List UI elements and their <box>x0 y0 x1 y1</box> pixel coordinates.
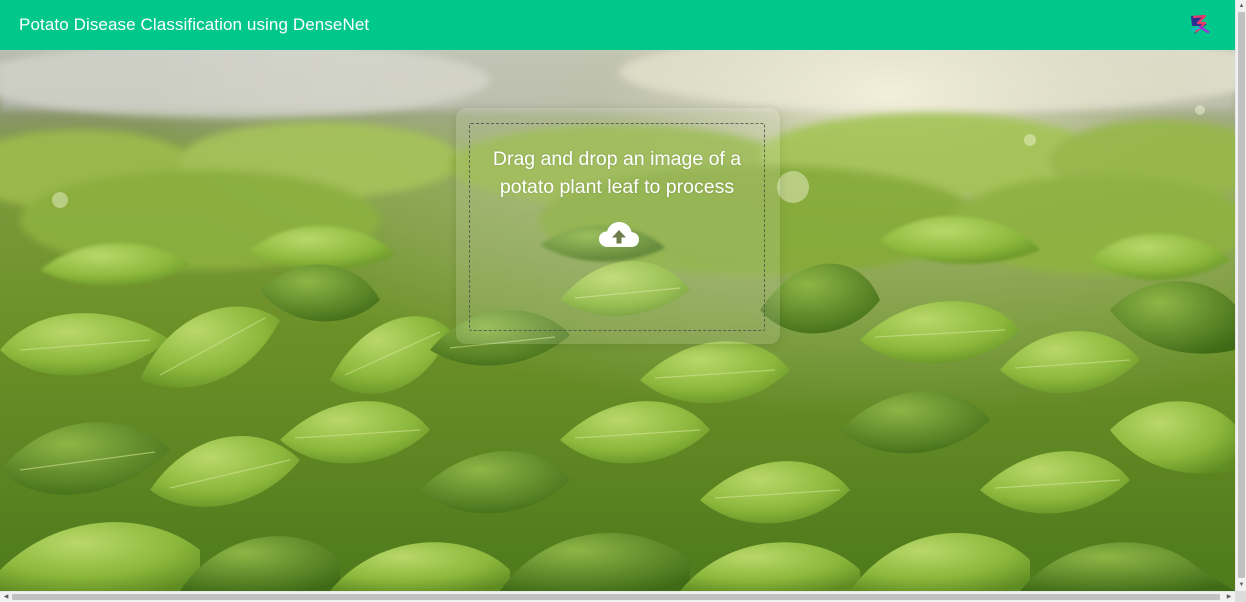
horizontal-scroll-thumb[interactable] <box>12 594 1220 600</box>
image-dropzone[interactable]: Drag and drop an image of a potato plant… <box>469 123 765 331</box>
cloud-upload-icon[interactable] <box>598 220 640 250</box>
horizontal-scrollbar[interactable]: ◀ ▶ <box>0 591 1235 602</box>
upload-card: Drag and drop an image of a potato plant… <box>456 108 780 344</box>
brand-logo-icon[interactable] <box>1188 12 1212 38</box>
scroll-left-arrow-icon[interactable]: ◀ <box>2 593 10 601</box>
app-bar: Potato Disease Classification using Dens… <box>0 0 1235 50</box>
viewport: Potato Disease Classification using Dens… <box>0 0 1235 591</box>
scrollbar-corner <box>1235 591 1246 602</box>
scroll-up-arrow-icon[interactable]: ▲ <box>1238 2 1245 10</box>
dropzone-message: Drag and drop an image of a potato plant… <box>492 148 742 198</box>
scroll-right-arrow-icon[interactable]: ▶ <box>1225 593 1233 601</box>
vertical-scrollbar[interactable]: ▲ ▼ <box>1235 0 1246 591</box>
app-title: Potato Disease Classification using Dens… <box>19 15 370 34</box>
vertical-scroll-thumb[interactable] <box>1238 12 1245 578</box>
scroll-down-arrow-icon[interactable]: ▼ <box>1238 581 1245 589</box>
